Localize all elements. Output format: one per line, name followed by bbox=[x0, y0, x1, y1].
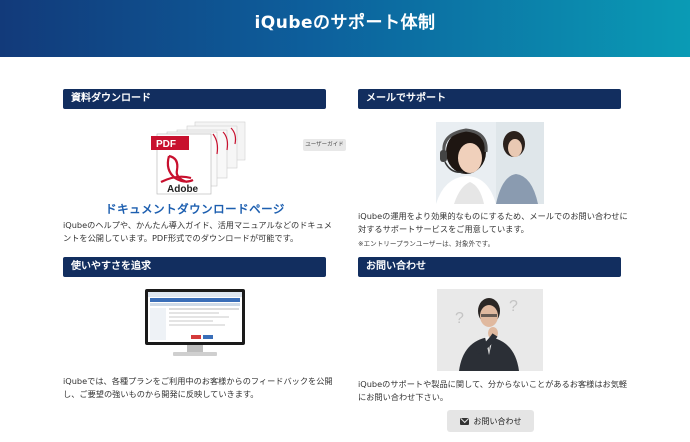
usability-description: iQubeでは、各種プランをご利用中のお客様からのフィードバックを公開 し、ご要… bbox=[63, 376, 333, 399]
section-header-usability: 使いやすさを追求 bbox=[63, 257, 326, 277]
section-header-download: 資料ダウンロード bbox=[63, 89, 326, 109]
support-operator-photo bbox=[436, 122, 544, 204]
mail-description: iQubeの運用をより効果的なものにするため、メールでのお問い合わせに 対するサ… bbox=[358, 211, 628, 234]
mail-note: ※エントリープランユーザーは、対象外です。 bbox=[358, 240, 495, 248]
inquiry-description: iQubeのサポートや製品に関して、分からないことがあるお客様はお気軽 にお問い… bbox=[358, 379, 628, 402]
svg-text:?: ? bbox=[509, 298, 518, 315]
mail-icon bbox=[459, 417, 469, 425]
contact-button[interactable]: お問い合わせ bbox=[447, 410, 534, 432]
page-title: iQubeのサポート体制 bbox=[254, 13, 436, 33]
section-header-mail: メールでサポート bbox=[358, 89, 621, 109]
document-download-link[interactable]: ドキュメントダウンロードページ bbox=[60, 201, 330, 217]
pdf-label: PDF bbox=[156, 139, 176, 150]
section-header-inquiry: お問い合わせ bbox=[358, 257, 621, 277]
hero-banner: iQubeのサポート体制 bbox=[0, 0, 690, 57]
thinking-businessman-photo: ? ? bbox=[437, 289, 543, 371]
svg-text:?: ? bbox=[455, 310, 464, 327]
adobe-label: Adobe bbox=[167, 184, 199, 195]
monitor-screenshot-image bbox=[145, 289, 245, 357]
contact-button-label: お問い合わせ bbox=[473, 416, 522, 426]
pdf-document-illustration: PDF Adobe bbox=[147, 118, 249, 196]
user-guide-tooltip: ユーザーガイド bbox=[303, 139, 346, 151]
download-description: iQubeのヘルプや、かんたん導入ガイド、活用マニュアルなどのドキュメ ントを公… bbox=[63, 220, 332, 243]
